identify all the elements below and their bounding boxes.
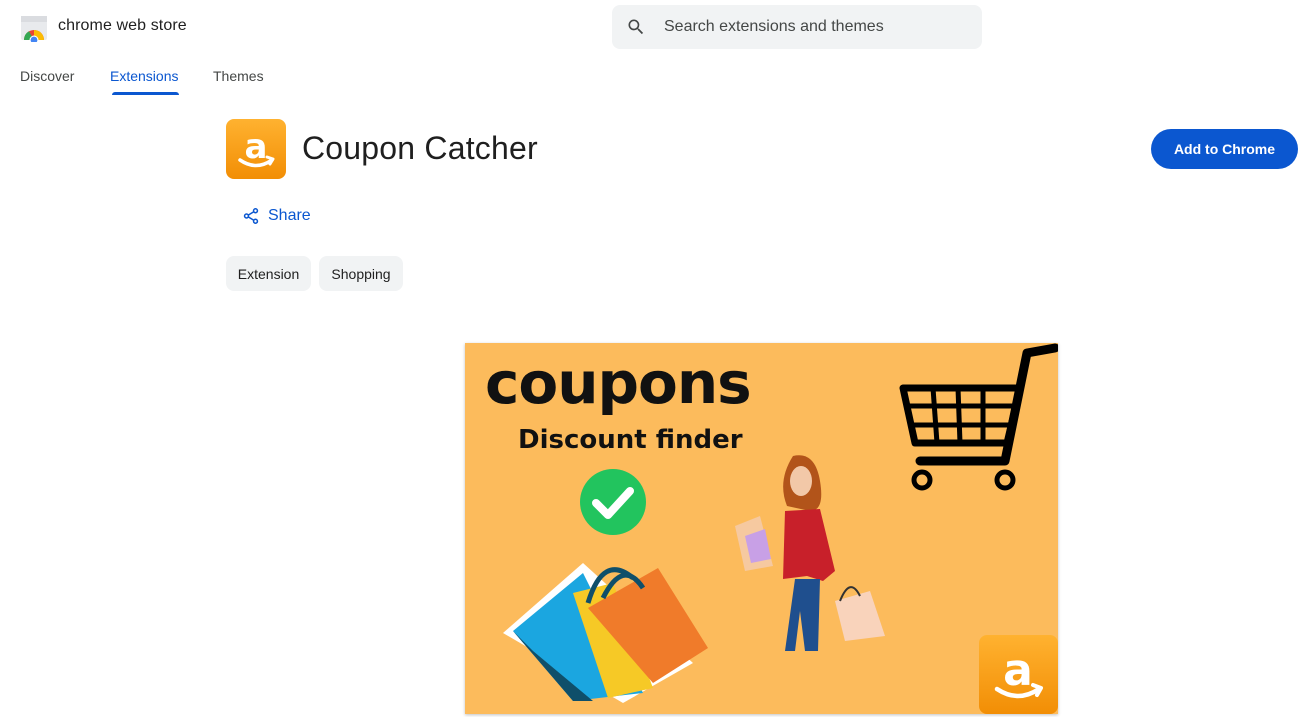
add-to-chrome-button[interactable]: Add to Chrome [1151,129,1298,169]
shopping-cart-icon [899,343,1058,491]
store-name[interactable]: chrome web store [58,17,187,35]
tab-extensions[interactable]: Extensions [110,68,178,84]
share-icon [243,208,259,224]
hero-headline: coupons [485,349,752,417]
extension-icon: a [226,119,286,179]
active-tab-indicator [112,92,179,95]
amazon-logo-icon: a [994,645,1043,699]
hero-subheadline: Discount finder [518,425,743,455]
share-button[interactable]: Share [242,207,311,225]
chip-shopping[interactable]: Shopping [319,256,403,291]
chip-extension[interactable]: Extension [226,256,311,291]
extension-title: Coupon Catcher [302,130,538,166]
shopper-illustration [735,455,885,651]
tab-discover[interactable]: Discover [20,68,74,84]
svg-text:a: a [1003,645,1033,696]
search-icon[interactable] [626,17,646,37]
amazon-logo-icon: a [238,127,275,168]
tab-themes[interactable]: Themes [213,68,264,84]
chrome-web-store-logo[interactable] [20,14,48,45]
share-label: Share [268,207,311,224]
svg-text:a: a [245,127,268,167]
checkmark-icon [580,469,646,535]
search-bar[interactable] [612,5,982,49]
search-input[interactable] [664,18,954,36]
screenshot-carousel-image[interactable]: coupons Discount finder a [465,343,1058,714]
shopping-bags-illustration [503,563,708,703]
amazon-badge: a [979,635,1058,714]
